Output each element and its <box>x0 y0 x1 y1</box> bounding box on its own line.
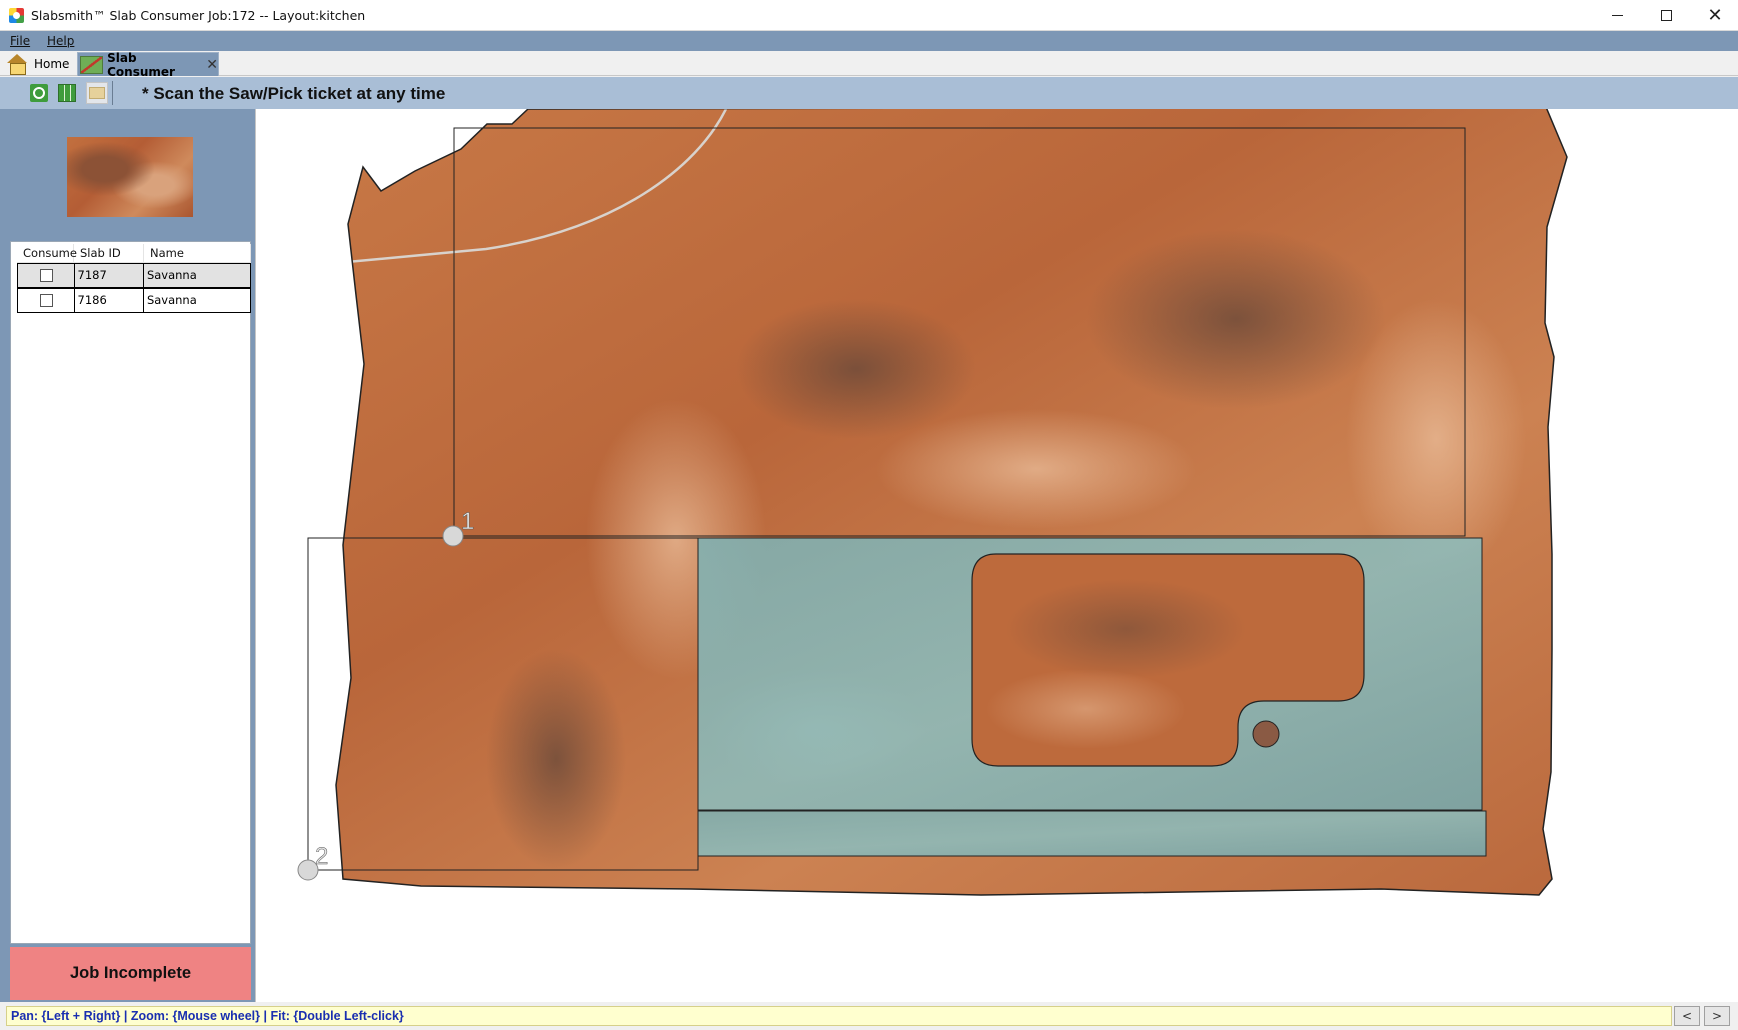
table-header: Consume Slab ID Name <box>17 244 251 263</box>
home-icon <box>6 54 28 75</box>
minimize-button[interactable] <box>1594 0 1640 31</box>
consume-cell <box>18 289 75 312</box>
slab-layout-drawing[interactable]: 1 2 <box>256 109 1738 1002</box>
slab-id-cell: 7187 <box>75 264 144 287</box>
slab-id-cell: 7186 <box>75 289 144 312</box>
slab-table: Consume Slab ID Name 7187 Savanna 7186 S… <box>10 241 251 944</box>
slab-name-cell: Savanna <box>146 268 197 282</box>
search-slab-icon <box>30 84 48 102</box>
tab-close-icon[interactable]: ✕ <box>206 57 218 73</box>
column-header-consume[interactable]: Consume <box>17 244 77 262</box>
tab-slab-consumer[interactable]: Slab Consumer ✕ <box>77 50 219 79</box>
close-icon: ✕ <box>1707 4 1723 26</box>
app-icon <box>9 8 24 23</box>
left-panel: Consume Slab ID Name 7187 Savanna 7186 S… <box>0 109 255 1002</box>
tab-slab-consumer-label: Slab Consumer <box>107 50 175 79</box>
piece-marker-label-2: 2 <box>315 843 328 870</box>
title-bar: Slabsmith™ Slab Consumer Job:172 -- Layo… <box>0 0 1738 31</box>
scan-message: * Scan the Saw/Pick ticket at any time <box>142 84 446 103</box>
slab-name-cell: Savanna <box>146 293 197 307</box>
toolbar-separator <box>112 81 113 105</box>
window-title: Slabsmith™ Slab Consumer Job:172 -- Layo… <box>31 8 366 23</box>
faucet-hole[interactable] <box>1252 720 1280 748</box>
navigation-help: Pan: {Left + Right} | Zoom: {Mouse wheel… <box>6 1006 1672 1026</box>
toolbar: * Scan the Saw/Pick ticket at any time <box>0 77 1738 109</box>
search-slab-button[interactable] <box>28 82 50 104</box>
menu-file[interactable]: File <box>10 34 30 48</box>
consume-checkbox[interactable] <box>40 294 53 307</box>
column-header-slab-id[interactable]: Slab ID <box>74 244 144 262</box>
tab-home-label: Home <box>34 57 70 71</box>
scroll-left-button[interactable]: < <box>1674 1006 1700 1026</box>
grid-button[interactable] <box>56 82 78 104</box>
tab-strip: Home Slab Consumer ✕ <box>0 50 1738 79</box>
job-status-banner: Job Incomplete <box>10 947 251 1000</box>
layout-canvas[interactable]: 1 2 <box>255 109 1738 1002</box>
menu-bar: File Help <box>0 31 1738 51</box>
piece-marker-label-1: 1 <box>461 508 474 535</box>
grid-icon <box>58 84 76 102</box>
tab-home[interactable]: Home <box>2 52 74 76</box>
menu-help[interactable]: Help <box>47 34 74 48</box>
table-row[interactable]: 7187 Savanna <box>17 263 251 288</box>
folder-button[interactable] <box>86 82 108 104</box>
consume-checkbox[interactable] <box>40 269 53 282</box>
consume-cell <box>18 264 75 287</box>
placed-piece-backsplash[interactable] <box>697 810 1487 857</box>
piece-marker-1[interactable] <box>442 525 464 547</box>
maximize-icon <box>1660 10 1672 21</box>
table-row[interactable]: 7186 Savanna <box>17 288 251 313</box>
slab-thumbnail[interactable] <box>67 137 193 217</box>
minimize-icon <box>1611 15 1623 16</box>
scroll-right-button[interactable]: > <box>1704 1006 1730 1026</box>
column-header-name[interactable]: Name <box>144 244 251 262</box>
folder-icon <box>89 87 105 99</box>
maximize-button[interactable] <box>1643 0 1689 31</box>
status-bar: Pan: {Left + Right} | Zoom: {Mouse wheel… <box>0 1002 1738 1030</box>
close-button[interactable]: ✕ <box>1692 0 1738 31</box>
slab-icon <box>80 55 104 74</box>
